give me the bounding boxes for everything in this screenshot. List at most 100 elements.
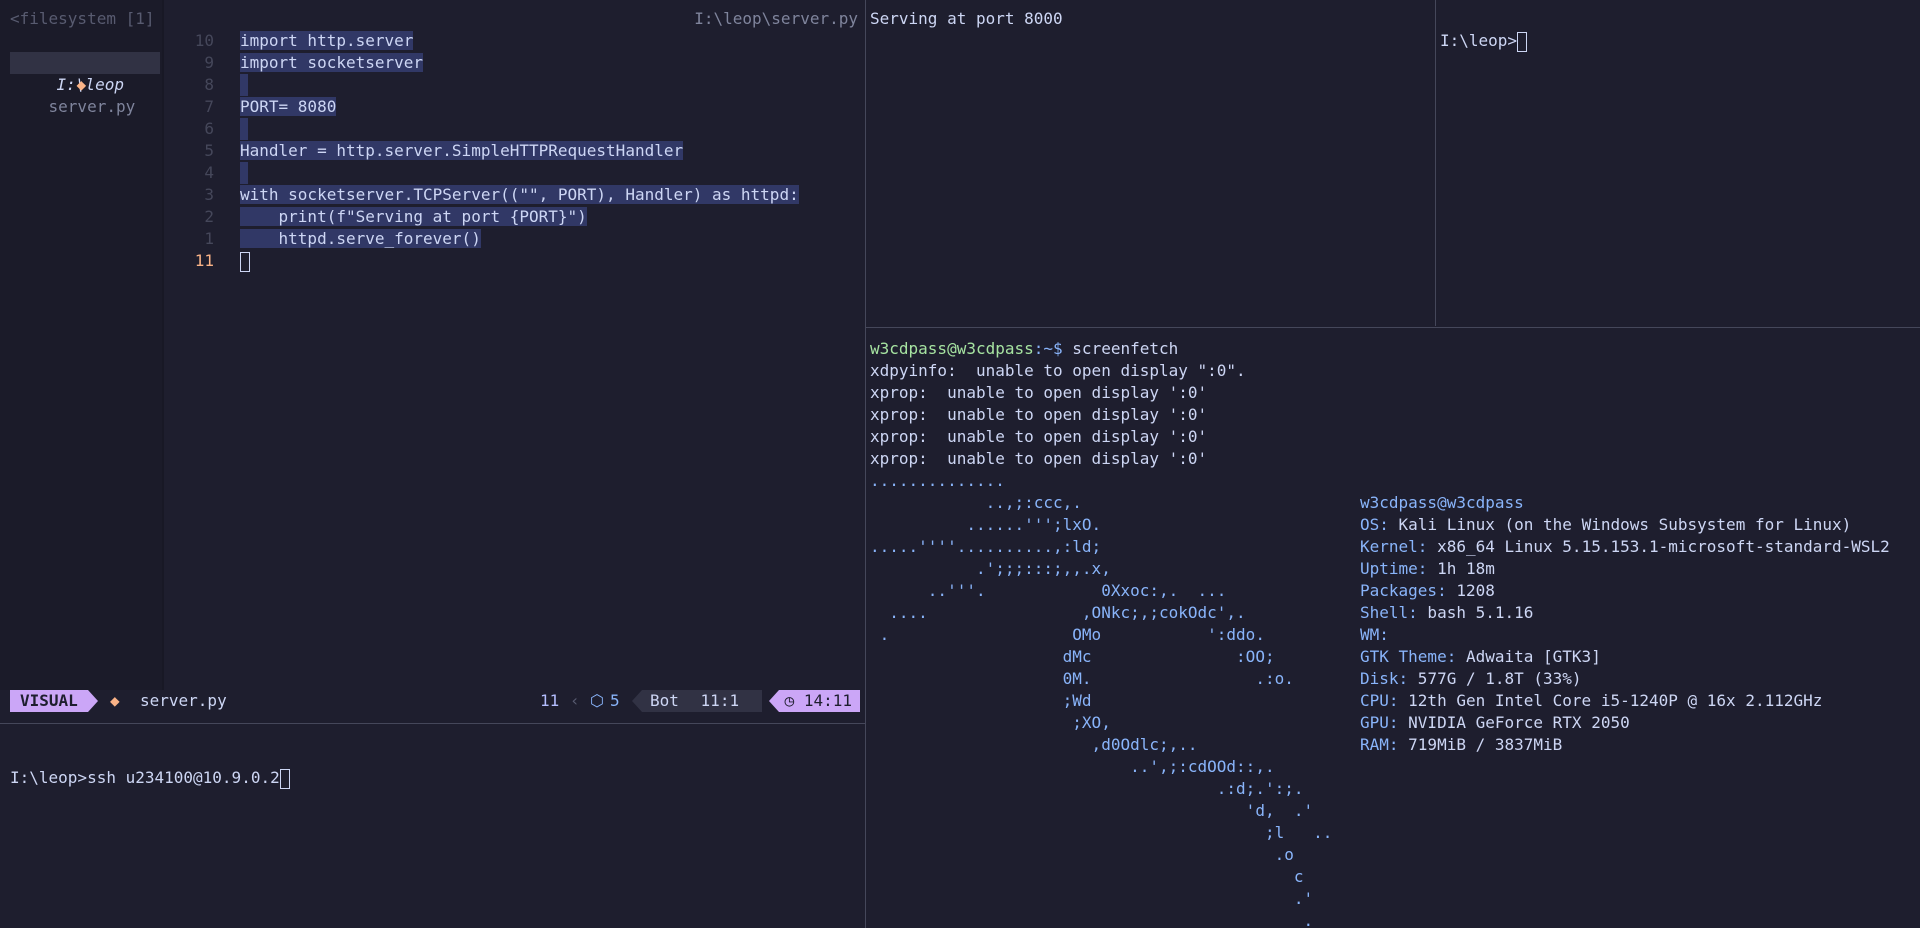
prompt-command: screenfetch	[1072, 339, 1179, 358]
logo-line: dMc :OO;	[870, 647, 1275, 666]
code-line[interactable]: Handler = http.server.SimpleHTTPRequestH…	[240, 140, 684, 162]
logo-line: ..,;:ccc,.	[870, 493, 1082, 512]
logo-line: 'd, .'	[870, 801, 1314, 820]
terminal-screenfetch[interactable]: w3cdpass@w3cdpass:~$ screenfetch xdpyinf…	[866, 328, 1920, 928]
info-key: Packages:	[1360, 581, 1447, 600]
logo-line: .';;;:::;,,.x,	[870, 559, 1111, 578]
chevron-left-icon: ‹	[570, 691, 580, 710]
logo-line: .'	[870, 889, 1314, 908]
info-row: WM:	[1360, 624, 1389, 646]
code-text	[240, 118, 248, 140]
info-row: Shell: bash 5.1.16	[1360, 602, 1533, 624]
code-text: Handler = http.server.SimpleHTTPRequestH…	[240, 141, 684, 160]
logo-line: .	[870, 911, 1314, 928]
info-row: Packages: 1208	[1360, 580, 1495, 602]
info-value: 719MiB / 3837MiB	[1398, 735, 1563, 754]
error-line: xprop: unable to open display ':0'	[870, 405, 1208, 424]
terminal-server[interactable]: Serving at port 8000	[866, 0, 1435, 326]
error-line: xdpyinfo: unable to open display ":0".	[870, 361, 1246, 380]
status-time: 14:11	[803, 691, 852, 710]
line-number: 4	[204, 163, 214, 182]
info-value: NVIDIA GeForce RTX 2050	[1398, 713, 1630, 732]
code-text: with socketserver.TCPServer(("", PORT), …	[240, 185, 799, 204]
logo-line: ;l ..	[870, 823, 1333, 842]
code-editor[interactable]: I:\leop\server.py 10 import http.server 9 i…	[164, 0, 864, 690]
code-line[interactable]	[240, 250, 250, 272]
info-key: Disk:	[1360, 669, 1409, 688]
info-key: OS:	[1360, 515, 1389, 534]
mode-indicator: VISUAL	[10, 690, 98, 712]
line-number: 8	[204, 75, 214, 94]
logo-line: ..',;:cdOOd::,.	[870, 757, 1275, 776]
status-cursor: 11:1	[700, 691, 740, 710]
status-count: 5	[610, 691, 620, 710]
code-line[interactable]: with socketserver.TCPServer(("", PORT), …	[240, 184, 799, 206]
python-icon: ◆	[110, 691, 120, 710]
logo-line: .o	[870, 845, 1294, 864]
tree-file-label: server.py	[48, 97, 136, 116]
logo-line: ..............	[870, 471, 1005, 490]
code-text	[240, 74, 248, 96]
info-key: Uptime:	[1360, 559, 1428, 578]
code-line[interactable]: print(f"Serving at port {PORT}")	[240, 206, 587, 228]
logo-line: ;Wd	[870, 691, 1092, 710]
code-line[interactable]	[240, 74, 248, 96]
code-text: import http.server	[240, 31, 414, 50]
line-number: 10	[194, 31, 214, 50]
error-line: xprop: unable to open display ':0'	[870, 383, 1208, 402]
info-value: x86_64 Linux 5.15.153.1-microsoft-standa…	[1427, 537, 1890, 556]
logo-line: .... ,ONkc;,;cokOdc',.	[870, 603, 1246, 622]
tree-header: <filesystem [1]	[10, 9, 155, 28]
error-line: xprop: unable to open display ':0'	[870, 449, 1208, 468]
code-line[interactable]: import http.server	[240, 30, 414, 52]
terminal-cmd[interactable]: I:\leop>ssh u234100@10.9.0.2	[0, 724, 864, 928]
info-value: Adwaita [GTK3]	[1456, 647, 1601, 666]
shell-prompt: w3cdpass@w3cdpass:~$ screenfetch	[870, 338, 1178, 360]
cmd-prompt-text: I:\leop>ssh u234100@10.9.0.2	[10, 768, 280, 787]
tree-file-server[interactable]: ◆ server.py	[10, 52, 160, 116]
line-number: 3	[204, 185, 214, 204]
terminal-right[interactable]: I:\leop>	[1436, 0, 1920, 326]
right-prompt-text: I:\leop>	[1440, 31, 1518, 50]
logo-line: .....''''..........,:ld;	[870, 537, 1102, 556]
editor-file-path: I:\leop\server.py	[694, 9, 858, 28]
code-line[interactable]: import socketserver	[240, 52, 424, 74]
info-key: CPU:	[1360, 691, 1399, 710]
line-number: 6	[204, 119, 214, 138]
info-value: 577G / 1.8T (33%)	[1408, 669, 1582, 688]
logo-line: . OMo ':ddo.	[870, 625, 1265, 644]
info-row: CPU: 12th Gen Intel Core i5-1240P @ 16x …	[1360, 690, 1822, 712]
info-key: Kernel:	[1360, 537, 1428, 556]
info-key: RAM:	[1360, 735, 1399, 754]
statusline: VISUAL ◆ server.py 11 ‹ ⬡ 5 Bot 11:1 ◷ 1…	[0, 690, 864, 712]
code-line[interactable]: httpd.serve_forever()	[240, 228, 481, 250]
line-number: 9	[204, 53, 214, 72]
info-key: WM:	[1360, 625, 1389, 644]
logo-line: 0M. .:o.	[870, 669, 1294, 688]
right-prompt: I:\leop>	[1440, 30, 1528, 52]
status-filename: server.py	[140, 691, 227, 710]
line-number: 5	[204, 141, 214, 160]
logo-line: ;XO,	[870, 713, 1111, 732]
tree-folder[interactable]: 🗁 I:\leop	[18, 30, 124, 94]
clock-icon: ◷	[784, 691, 795, 710]
status-clock: ◷ 14:11	[768, 690, 860, 712]
code-line[interactable]	[240, 118, 248, 140]
info-value: 1h 18m	[1427, 559, 1495, 578]
code-text	[240, 162, 248, 184]
info-row: RAM: 719MiB / 3837MiB	[1360, 734, 1562, 756]
cmd-prompt: I:\leop>ssh u234100@10.9.0.2	[10, 767, 290, 789]
prompt-suffix: :~$	[1033, 339, 1073, 358]
line-number: 11	[194, 251, 214, 270]
error-line: xprop: unable to open display ':0'	[870, 427, 1208, 446]
info-row: Disk: 577G / 1.8T (33%)	[1360, 668, 1582, 690]
code-line[interactable]: PORT= 8080	[240, 96, 337, 118]
info-key: Shell:	[1360, 603, 1418, 622]
info-title: w3cdpass@w3cdpass	[1360, 493, 1524, 512]
code-text: PORT= 8080	[240, 97, 337, 116]
status-line-number: 11	[540, 691, 560, 710]
info-row: GTK Theme: Adwaita [GTK3]	[1360, 646, 1601, 668]
cube-icon: ⬡	[590, 691, 604, 710]
logo-line: .:d;.':;.	[870, 779, 1304, 798]
code-line[interactable]	[240, 162, 248, 184]
